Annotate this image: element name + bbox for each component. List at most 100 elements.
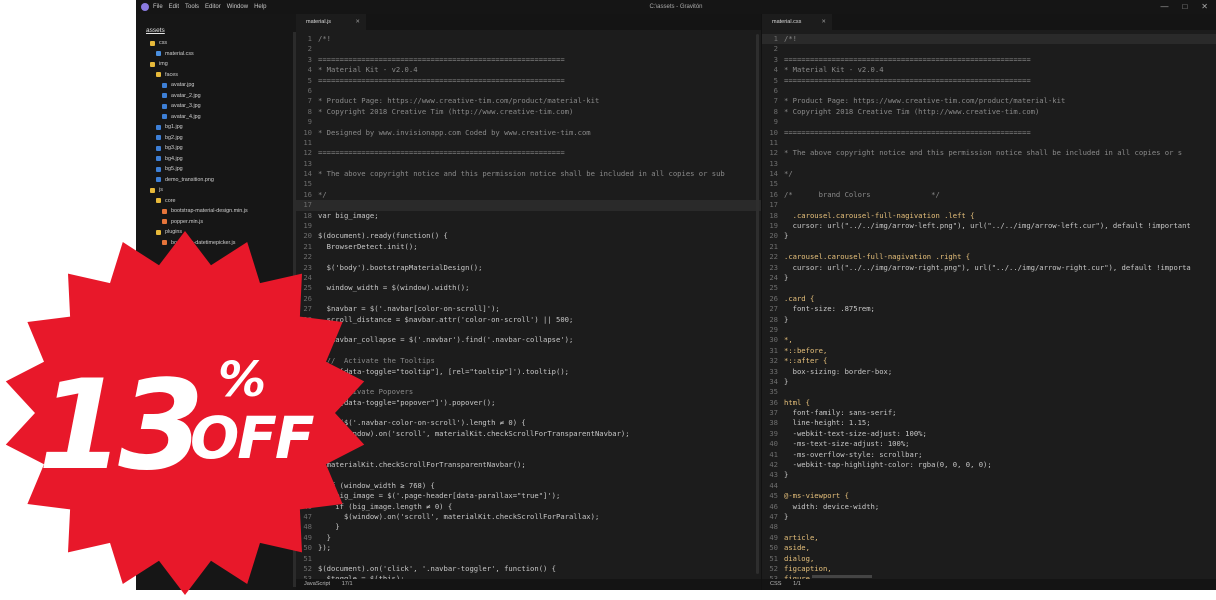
js-code-line[interactable]: 41: [296, 450, 761, 460]
css-code-line[interactable]: 18 .carousel.carousel-full-nagivation .l…: [762, 211, 1216, 221]
css-code-line[interactable]: 26 .card {: [762, 294, 1216, 304]
js-code-line[interactable]: 16 */: [296, 190, 761, 200]
js-code-line[interactable]: 5 =======================================…: [296, 76, 761, 86]
code-editor-css[interactable]: 1 /*! 2 3 ==================================…: [762, 34, 1216, 585]
js-code-line[interactable]: 30 $navbar_collapse = $('.navbar').find(…: [296, 335, 761, 345]
js-code-line[interactable]: 29: [296, 325, 761, 335]
css-code-line[interactable]: 30 *,: [762, 335, 1216, 345]
css-code-line[interactable]: 51 dialog,: [762, 554, 1216, 564]
tree-item[interactable]: bootstrap-datetimepicker.js: [136, 238, 296, 249]
js-code-line[interactable]: 20 $(document).ready(function() {: [296, 231, 761, 241]
js-code-line[interactable]: 8 * Copyright 2018 Creative Tim (http://w…: [296, 107, 761, 117]
tree-item[interactable]: img: [136, 59, 296, 70]
css-code-line[interactable]: 3 =======================================…: [762, 55, 1216, 65]
js-code-line[interactable]: 24: [296, 273, 761, 283]
tree-item[interactable]: material.css: [136, 49, 296, 60]
js-code-line[interactable]: 31: [296, 346, 761, 356]
js-code-line[interactable]: 47 $(window).on('scroll', materialKit.ch…: [296, 512, 761, 522]
js-code-line[interactable]: 15: [296, 179, 761, 189]
css-code-line[interactable]: 7 * Product Page: https://www.creative-ti…: [762, 96, 1216, 106]
css-code-line[interactable]: 24}: [762, 273, 1216, 283]
css-code-line[interactable]: 52 figcaption,: [762, 564, 1216, 574]
horizontal-scrollbar[interactable]: [812, 575, 872, 578]
css-code-line[interactable]: 47}: [762, 512, 1216, 522]
tab-material-js[interactable]: material.js ✕: [296, 14, 366, 30]
js-code-line[interactable]: 17: [296, 200, 761, 211]
css-code-line[interactable]: 46 width: device-width;: [762, 502, 1216, 512]
close-tab-icon[interactable]: ✕: [355, 14, 360, 30]
css-code-line[interactable]: 50 aside,: [762, 543, 1216, 553]
css-code-line[interactable]: 28}: [762, 315, 1216, 325]
tree-item[interactable]: demo_transition.png: [136, 175, 296, 186]
close-button[interactable]: ✕: [1201, 2, 1208, 11]
tree-item[interactable]: js: [136, 185, 296, 196]
css-code-line[interactable]: 42 -webkit-tap-highlight-color: rgba(0, …: [762, 460, 1216, 470]
tree-item[interactable]: plugins: [136, 227, 296, 238]
js-code-line[interactable]: 50});: [296, 543, 761, 553]
js-code-line[interactable]: 48 }: [296, 522, 761, 532]
js-code-line[interactable]: 9: [296, 117, 761, 127]
css-code-line[interactable]: 32 *::after {: [762, 356, 1216, 366]
css-code-line[interactable]: 19 cursor: url("../../img/arrow-left.png…: [762, 221, 1216, 231]
css-code-line[interactable]: 16 /* brand Colors */: [762, 190, 1216, 200]
js-code-line[interactable]: 7 * Product Page: https://www.creative-ti…: [296, 96, 761, 106]
js-code-line[interactable]: 38 if ($('.navbar-color-on-scroll').leng…: [296, 418, 761, 428]
js-code-line[interactable]: 49 }: [296, 533, 761, 543]
js-code-line[interactable]: 22: [296, 252, 761, 262]
js-code-line[interactable]: 39 $(window).on('scroll', materialKit.ch…: [296, 429, 761, 439]
tree-item[interactable]: bg2.jpg: [136, 133, 296, 144]
css-code-line[interactable]: 25: [762, 283, 1216, 293]
css-code-line[interactable]: 5 =======================================…: [762, 76, 1216, 86]
js-code-line[interactable]: 32 // Activate the Tooltips: [296, 356, 761, 366]
js-code-line[interactable]: 18 var big_image;: [296, 211, 761, 221]
status-language[interactable]: JavaScript: [304, 581, 330, 587]
css-code-line[interactable]: 23 cursor: url("../../img/arrow-right.pn…: [762, 263, 1216, 273]
js-code-line[interactable]: 1 /*!: [296, 34, 761, 44]
js-code-line[interactable]: 13: [296, 159, 761, 169]
js-code-line[interactable]: 21 BrowserDetect.init();: [296, 242, 761, 252]
js-code-line[interactable]: 37: [296, 408, 761, 418]
js-code-line[interactable]: 12 ======================================…: [296, 148, 761, 158]
css-code-line[interactable]: 38 line-height: 1.15;: [762, 418, 1216, 428]
css-code-line[interactable]: 10 ======================================…: [762, 128, 1216, 138]
css-code-line[interactable]: 35: [762, 387, 1216, 397]
css-code-line[interactable]: 33 box-sizing: border-box;: [762, 367, 1216, 377]
css-code-line[interactable]: 14 */: [762, 169, 1216, 179]
tree-item[interactable]: bg4.jpg: [136, 154, 296, 165]
js-code-line[interactable]: 40 }: [296, 439, 761, 449]
css-code-line[interactable]: 27 font-size: .875rem;: [762, 304, 1216, 314]
css-code-line[interactable]: 40 -ms-text-size-adjust: 100%;: [762, 439, 1216, 449]
maximize-button[interactable]: □: [1182, 2, 1187, 11]
js-code-line[interactable]: 3 =======================================…: [296, 55, 761, 65]
close-tab-icon[interactable]: ✕: [821, 14, 826, 30]
css-code-line[interactable]: 43}: [762, 470, 1216, 480]
css-code-line[interactable]: 9: [762, 117, 1216, 127]
js-code-line[interactable]: 46 if (big_image.length ≠ 0) {: [296, 502, 761, 512]
css-code-line[interactable]: 49 article,: [762, 533, 1216, 543]
js-code-line[interactable]: 6: [296, 86, 761, 96]
tree-item[interactable]: bg1.jpg: [136, 122, 296, 133]
js-code-line[interactable]: 36 $('[data-toggle="popover"]').popover(…: [296, 398, 761, 408]
css-code-line[interactable]: 44: [762, 481, 1216, 491]
css-code-line[interactable]: 31 *::before,: [762, 346, 1216, 356]
css-code-line[interactable]: 20}: [762, 231, 1216, 241]
js-code-line[interactable]: 2: [296, 44, 761, 54]
js-code-line[interactable]: 11: [296, 138, 761, 148]
tree-item[interactable]: avatar_3.jpg: [136, 101, 296, 112]
css-code-line[interactable]: 34}: [762, 377, 1216, 387]
css-code-line[interactable]: 13: [762, 159, 1216, 169]
js-code-line[interactable]: 51: [296, 554, 761, 564]
code-editor-js[interactable]: 1 /*! 2 3 ==================================…: [296, 34, 761, 585]
css-code-line[interactable]: 22 .carousel.carousel-full-nagivation .ri…: [762, 252, 1216, 262]
css-code-line[interactable]: 12 * The above copyright notice and this …: [762, 148, 1216, 158]
css-code-line[interactable]: 37 font-family: sans-serif;: [762, 408, 1216, 418]
js-code-line[interactable]: 14 * The above copyright notice and this …: [296, 169, 761, 179]
js-code-line[interactable]: 23 $('body').bootstrapMaterialDesign();: [296, 263, 761, 273]
status-language[interactable]: CSS: [770, 581, 782, 587]
js-code-line[interactable]: 52 $(document).on('click', '.navbar-toggl…: [296, 564, 761, 574]
js-code-line[interactable]: 26: [296, 294, 761, 304]
tree-item[interactable]: popper.min.js: [136, 217, 296, 228]
css-code-line[interactable]: 4 * Material Kit - v2.0.4: [762, 65, 1216, 75]
js-code-line[interactable]: 43: [296, 470, 761, 480]
tree-item[interactable]: css: [136, 38, 296, 49]
